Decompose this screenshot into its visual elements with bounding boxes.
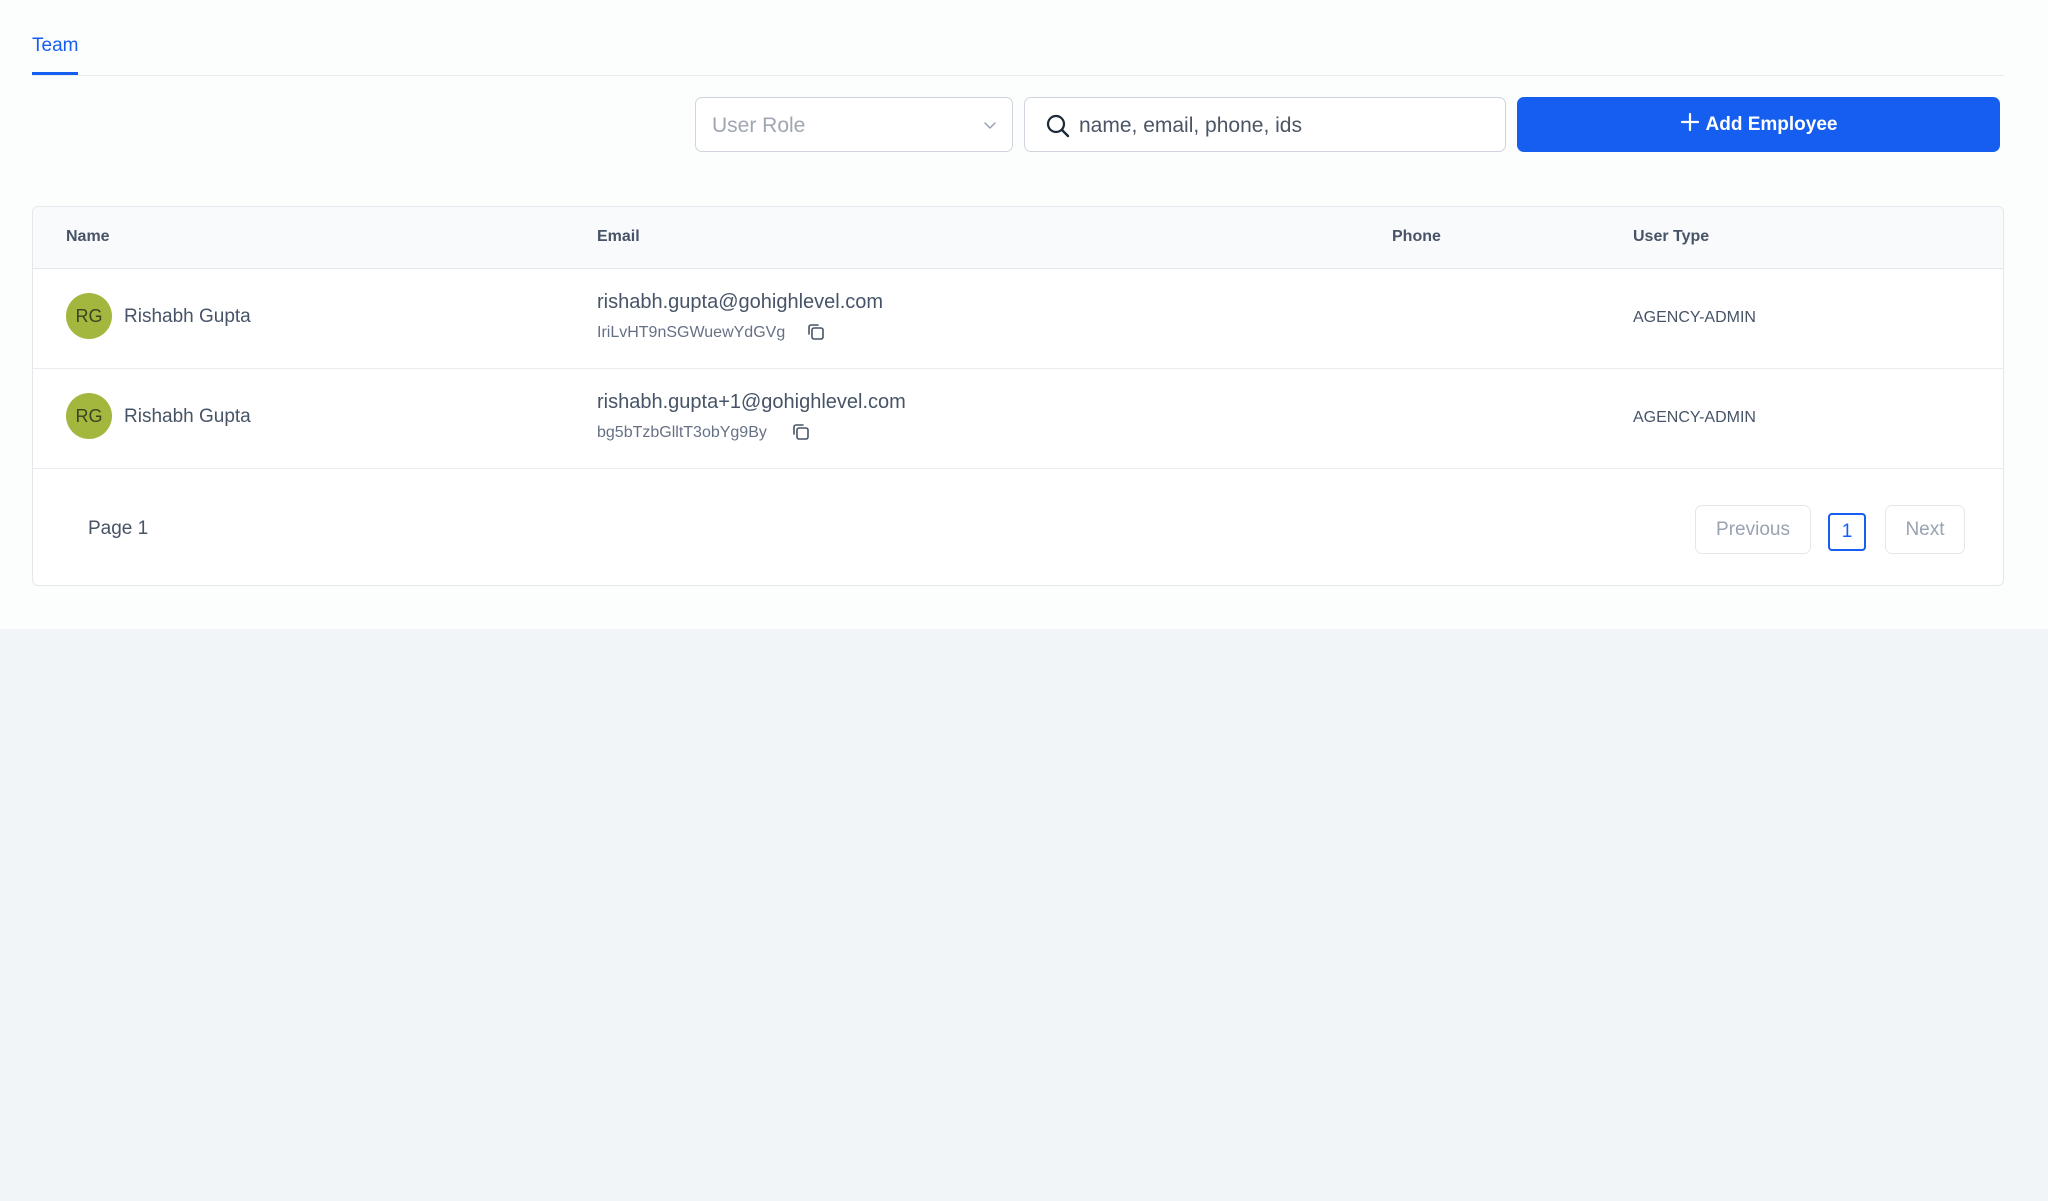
previous-button[interactable]: Previous [1695,505,1811,554]
table-row[interactable]: RG Rishabh Gupta rishabh.gupta+1@gohighl… [33,369,2003,469]
add-employee-button[interactable]: Add Employee [1517,97,2000,152]
user-role-select[interactable]: User Role [695,97,1013,152]
table-header: Name Email Phone User Type [33,207,2003,269]
plus-icon [1680,112,1700,138]
employee-id: IriLvHT9nSGWuewYdGVg [597,324,786,341]
column-header-name[interactable]: Name [66,228,110,246]
copy-icon[interactable] [805,321,827,348]
avatar: RG [66,393,112,439]
avatar: RG [66,293,112,339]
team-panel: Team User Role Add Employee Name Email P… [0,0,2048,629]
pagination: Page 1 Previous 1 Next [33,467,2003,585]
employee-email: rishabh.gupta+1@gohighlevel.com [597,391,906,413]
employee-user-type: AGENCY-ADMIN [1633,409,1756,426]
employee-name: Rishabh Gupta [124,306,251,327]
employee-user-type: AGENCY-ADMIN [1633,309,1756,326]
column-header-user-type[interactable]: User Type [1633,228,1709,246]
tab-team[interactable]: Team [32,32,79,75]
search-box [1024,97,1506,152]
tab-bar: Team [32,0,2004,76]
employee-id: bg5bTzbGlltT3obYg9By [597,424,767,441]
copy-icon[interactable] [790,421,812,448]
page-label: Page 1 [88,518,149,539]
page-number-button[interactable]: 1 [1828,513,1866,551]
chevron-down-icon [982,117,998,138]
search-icon [1045,113,1071,144]
employee-name: Rishabh Gupta [124,406,251,427]
employees-table: Name Email Phone User Type RG Rishabh Gu… [32,206,2004,586]
add-employee-label: Add Employee [1705,113,1838,135]
column-header-email[interactable]: Email [597,228,640,246]
table-row[interactable]: RG Rishabh Gupta rishabh.gupta@gohighlev… [33,269,2003,369]
search-input[interactable] [1077,109,1491,143]
user-role-placeholder: User Role [712,114,806,137]
column-header-phone[interactable]: Phone [1392,228,1441,246]
employee-email: rishabh.gupta@gohighlevel.com [597,291,884,313]
next-button[interactable]: Next [1885,505,1965,554]
